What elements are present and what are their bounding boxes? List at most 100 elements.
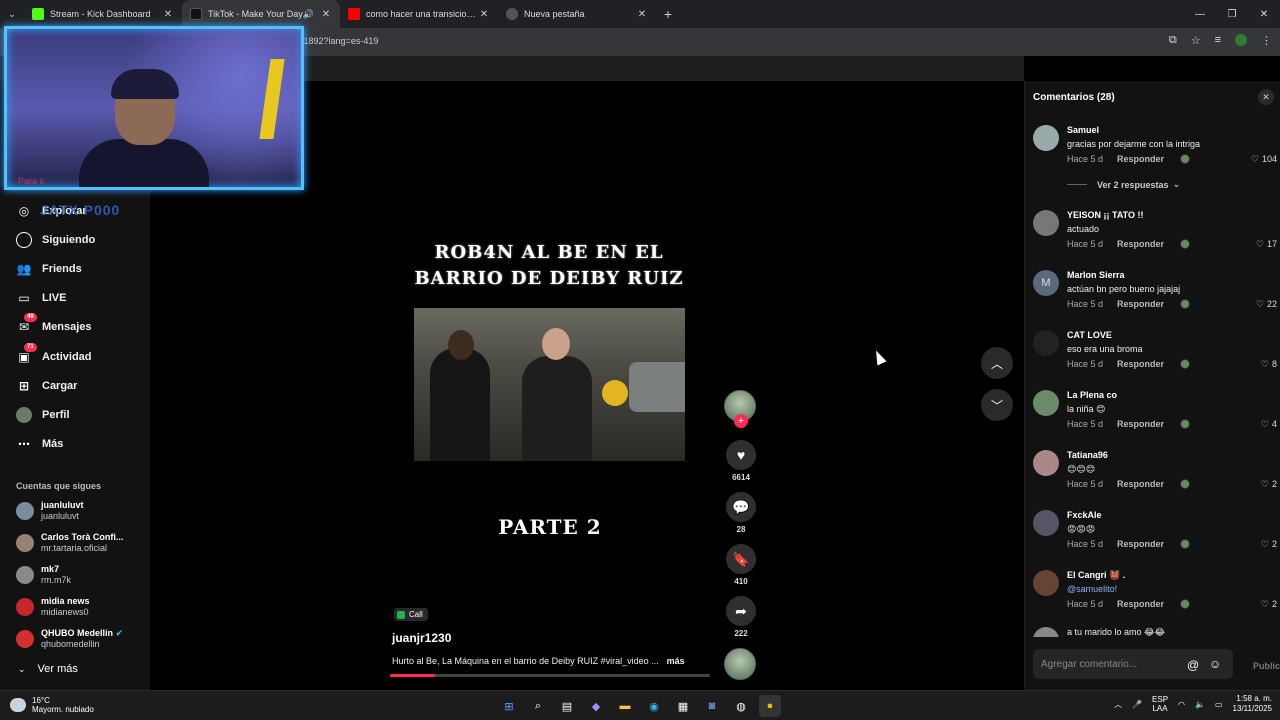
share-action[interactable]: ➦ 222 (724, 596, 758, 638)
avatar[interactable] (1033, 510, 1059, 536)
comment-icon[interactable]: 💬 (726, 492, 756, 522)
reply-button[interactable]: Responder (1117, 539, 1164, 549)
language-indicator[interactable]: ESP LAA (1152, 695, 1168, 713)
windows-start-icon[interactable]: ⊞ (498, 695, 520, 717)
edge-icon[interactable]: ◉ (643, 695, 665, 717)
sidebar-item-siguiendo[interactable]: Siguiendo (16, 230, 95, 250)
close-window-icon[interactable]: ✕ (1248, 0, 1280, 28)
save-action[interactable]: 🔖 410 (724, 544, 758, 586)
close-tab-icon[interactable]: ✕ (478, 9, 490, 20)
comment-like-button[interactable]: ♡ 17 (1256, 239, 1277, 250)
comment-author[interactable]: La Plena co (1067, 390, 1117, 400)
volume-icon[interactable]: 🔈 (1195, 700, 1205, 709)
file-explorer-icon[interactable]: ▬ (614, 695, 636, 717)
share-icon[interactable]: ➦ (726, 596, 756, 626)
comment-like-button[interactable]: ♡ 4 (1261, 419, 1277, 430)
mention-icon[interactable]: @ (1187, 658, 1199, 672)
battery-icon[interactable]: ▭ (1215, 700, 1223, 709)
close-tab-icon[interactable]: ✕ (636, 9, 648, 20)
tab-new[interactable]: Nueva pestaña ✕ (498, 0, 656, 28)
tab-search-icon[interactable]: ⌄ (0, 0, 24, 28)
sidebar-item-perfil[interactable]: Perfil (16, 405, 70, 425)
avatar[interactable]: M (1033, 270, 1059, 296)
store-icon[interactable]: ▦ (672, 695, 694, 717)
close-tab-icon[interactable]: ✕ (162, 9, 174, 20)
comment-action[interactable]: 💬 28 (724, 492, 758, 534)
install-icon[interactable]: ⧉ (1169, 34, 1177, 47)
avatar[interactable] (1033, 627, 1059, 637)
avatar[interactable] (1033, 570, 1059, 596)
see-more-link[interactable]: ⌄ Ver más (18, 663, 78, 675)
following-item[interactable]: Carlos Torà Confi... mr.tartaria.oficial (16, 530, 123, 556)
comment-author[interactable]: FxckAle (1067, 510, 1102, 520)
video-frame[interactable] (414, 308, 685, 461)
obs-icon[interactable]: ◍ (730, 695, 752, 717)
task-view-icon[interactable]: ▤ (556, 695, 578, 717)
following-item[interactable]: midia news midianews0 (16, 594, 90, 620)
comment-like-button[interactable]: ♡ 2 (1261, 479, 1277, 490)
minimize-icon[interactable]: — (1184, 0, 1216, 28)
comment-author[interactable]: YEISON ¡¡ TATO !! (1067, 210, 1144, 220)
comment-author[interactable]: Tatiana96 (1067, 450, 1108, 460)
chrome-icon[interactable]: ● (759, 695, 781, 717)
reply-button[interactable]: Responder (1117, 154, 1164, 164)
video-author[interactable]: juanjr1230 (392, 631, 451, 645)
extension-icon[interactable] (1235, 34, 1247, 46)
heart-icon[interactable]: ♥ (726, 440, 756, 470)
sidebar-item-mensajes[interactable]: ✉ 49 Mensajes (16, 313, 92, 337)
comment-like-button[interactable]: ♡ 2 (1261, 599, 1277, 610)
like-action[interactable]: ♥ 6614 (724, 440, 758, 482)
sidebar-item-friends[interactable]: 👥 Friends (16, 259, 82, 279)
tab-kick[interactable]: Stream - Kick Dashboard ✕ (24, 0, 182, 28)
comment-author[interactable]: Samuel (1067, 125, 1099, 135)
sidebar-item-actividad[interactable]: ▣ 71 Actividad (16, 343, 92, 367)
wifi-icon[interactable]: ◠ (1178, 700, 1185, 709)
comment-like-button[interactable]: ♡ 2 (1261, 539, 1277, 550)
music-disc-avatar[interactable] (724, 648, 756, 680)
previous-video-button[interactable]: ︿ (981, 347, 1013, 379)
sidebar-item-mas[interactable]: ⋯ Más (16, 434, 63, 454)
reply-button[interactable]: Responder (1117, 479, 1164, 489)
following-item[interactable]: juanluluvt juanluluvt (16, 498, 84, 524)
tab-youtube[interactable]: como hacer una transicion - Yo ✕ (340, 0, 498, 28)
video-progress-bar[interactable] (390, 674, 710, 677)
close-icon[interactable]: ✕ (1258, 89, 1274, 105)
view-replies-link[interactable]: Ver 2 respuestas ⌄ (1067, 179, 1180, 190)
tray-chevron-up-icon[interactable]: ︿ (1114, 699, 1122, 710)
comment-input[interactable] (1033, 649, 1233, 679)
avatar[interactable] (1033, 450, 1059, 476)
new-tab-icon[interactable]: + (656, 0, 680, 28)
sidebar-item-cargar[interactable]: ⊞ Cargar (16, 376, 78, 396)
emoji-icon[interactable]: ☺ (1209, 657, 1221, 671)
following-item[interactable]: mk7 rm.m7k (16, 562, 71, 588)
clock[interactable]: 1:58 a. m. 13/11/2025 (1233, 694, 1272, 714)
reply-button[interactable]: Responder (1117, 599, 1164, 609)
call-chip[interactable]: Call (394, 608, 428, 621)
reply-button[interactable]: Responder (1117, 299, 1164, 309)
follow-plus-icon[interactable]: + (734, 414, 748, 428)
close-tab-icon[interactable]: ✕ (320, 9, 332, 20)
reply-button[interactable]: Responder (1117, 239, 1164, 249)
reply-button[interactable]: Responder (1117, 359, 1164, 369)
reply-button[interactable]: Responder (1117, 419, 1164, 429)
post-button[interactable]: Publicar (1253, 661, 1280, 671)
comment-like-button[interactable]: ♡ 8 (1261, 359, 1277, 370)
more-link[interactable]: más (667, 656, 685, 666)
comment-like-button[interactable]: ♡ 104 (1251, 154, 1277, 165)
weather-widget[interactable]: 16°C Mayorm. nublado (10, 696, 94, 714)
menu-kebab-icon[interactable]: ⋮ (1261, 34, 1272, 47)
maximize-icon[interactable]: ❐ (1216, 0, 1248, 28)
copilot-icon[interactable]: ◆ (585, 695, 607, 717)
comment-author[interactable]: El Cangri 👹 . (1067, 570, 1125, 581)
bookmark-star-icon[interactable]: ☆ (1191, 34, 1201, 47)
tab-tiktok[interactable]: TikTok - Make Your Day 🔊 ✕ (182, 0, 340, 28)
comment-author[interactable]: Marlon Sierra (1067, 270, 1125, 280)
bookmark-icon[interactable]: 🔖 (726, 544, 756, 574)
following-item[interactable]: QHUBO Medellín ✔ qhubomedellin (16, 626, 123, 652)
comment-like-button[interactable]: ♡ 22 (1256, 299, 1277, 310)
avatar[interactable] (1033, 390, 1059, 416)
sidebar-item-live[interactable]: ▭ LIVE (16, 288, 66, 308)
media-control-icon[interactable]: ≡ (1215, 34, 1221, 47)
avatar[interactable] (1033, 330, 1059, 356)
discord-icon[interactable]: ◙ (701, 695, 723, 717)
